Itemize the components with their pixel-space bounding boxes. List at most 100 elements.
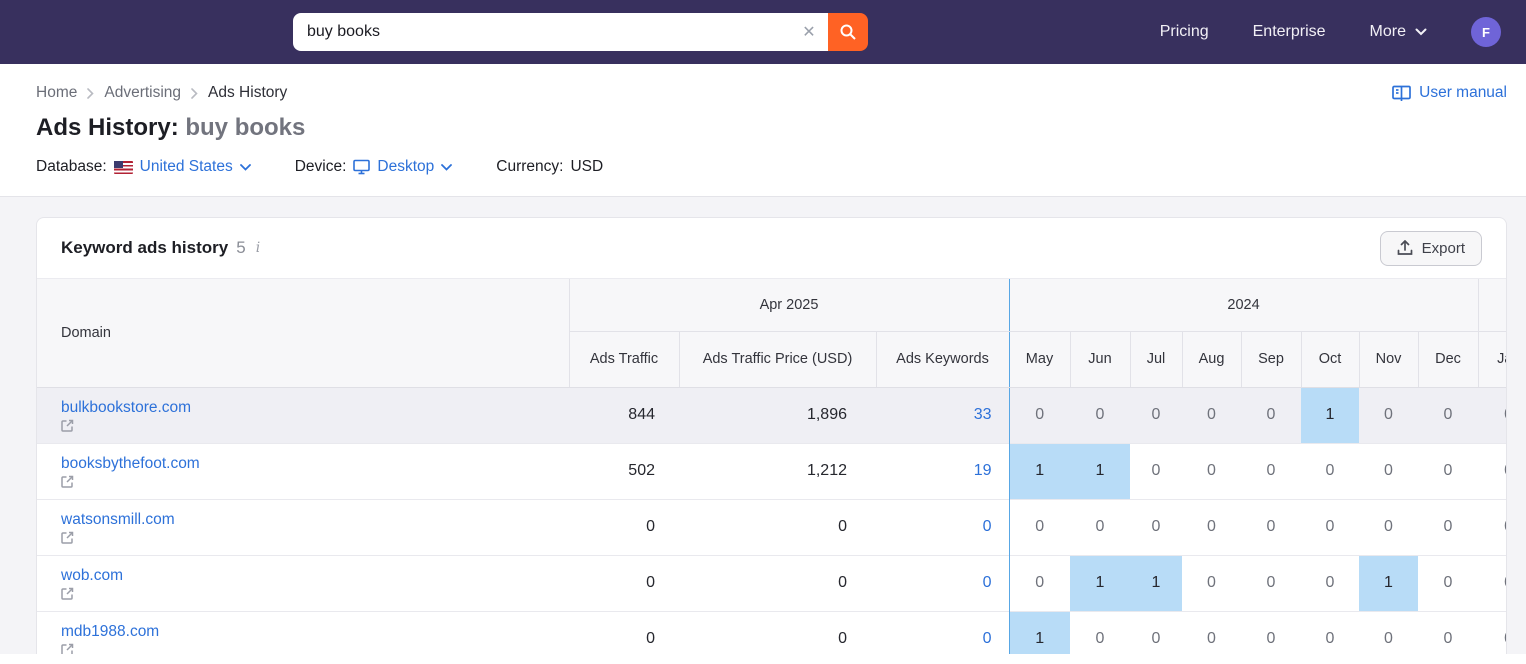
month-cell-aug: 0 (1182, 611, 1241, 654)
external-link-icon[interactable] (61, 643, 569, 655)
domain-link[interactable]: mdb1988.com (61, 623, 159, 640)
nav-pricing[interactable]: Pricing (1160, 23, 1209, 41)
month-cell-aug: 0 (1182, 387, 1241, 443)
breadcrumb-advertising[interactable]: Advertising (104, 84, 181, 102)
table-row[interactable]: bulkbookstore.com 844 1,896 33 0 0 0 0 0… (37, 387, 1507, 443)
month-cell-aug: 0 (1182, 443, 1241, 499)
breadcrumb: Home Advertising Ads History (36, 84, 287, 102)
domain-link[interactable]: wob.com (61, 567, 123, 584)
book-icon (1392, 85, 1411, 102)
database-label: Database: (36, 158, 107, 176)
nav-more[interactable]: More (1370, 23, 1427, 41)
card-title: Keyword ads history (61, 238, 228, 258)
ads-keywords-link[interactable]: 33 (974, 406, 992, 423)
table-row[interactable]: wob.com 0 0 0 0 1 1 0 0 0 1 0 0 (37, 555, 1507, 611)
ads-traffic-price-cell: 1,212 (679, 443, 876, 499)
month-cell-may: 0 (1009, 387, 1070, 443)
search-icon (839, 23, 857, 41)
month-cell-jul: 0 (1130, 387, 1182, 443)
breadcrumb-ads-history: Ads History (208, 84, 287, 102)
breadcrumb-home[interactable]: Home (36, 84, 77, 102)
month-cell-oct: 0 (1301, 611, 1359, 654)
ads-traffic-price-cell: 0 (679, 555, 876, 611)
month-cell-may[interactable]: 1 (1009, 611, 1070, 654)
month-cell-jun[interactable]: 1 (1070, 443, 1130, 499)
month-cell-may[interactable]: 1 (1009, 443, 1070, 499)
domain-link[interactable]: watsonsmill.com (61, 511, 175, 528)
column-header-may[interactable]: May (1009, 331, 1070, 387)
month-cell-oct[interactable]: 1 (1301, 387, 1359, 443)
column-header-ads-traffic-price[interactable]: Ads Traffic Price (USD) (679, 331, 876, 387)
table-row[interactable]: mdb1988.com 0 0 0 1 0 0 0 0 0 0 0 0 (37, 611, 1507, 654)
month-cell-jul: 0 (1130, 443, 1182, 499)
column-header-jun[interactable]: Jun (1070, 331, 1130, 387)
column-group-2024: 2024 (1009, 279, 1478, 331)
month-cell-sep: 0 (1241, 499, 1301, 555)
device-select[interactable]: Desktop (353, 158, 452, 176)
external-link-icon[interactable] (61, 475, 569, 488)
info-icon[interactable]: i (256, 240, 260, 256)
device-value: Desktop (377, 158, 434, 176)
chevron-right-icon (87, 88, 94, 99)
chevron-down-icon (441, 164, 452, 171)
device-label: Device: (295, 158, 347, 176)
month-cell-jul[interactable]: 1 (1130, 555, 1182, 611)
month-cell-jun[interactable]: 1 (1070, 555, 1130, 611)
table-row[interactable]: booksbythefoot.com 502 1,212 19 1 1 0 0 … (37, 443, 1507, 499)
column-header-sep[interactable]: Sep (1241, 331, 1301, 387)
external-link-icon[interactable] (61, 531, 569, 544)
ads-traffic-price-cell: 1,896 (679, 387, 876, 443)
user-manual-link[interactable]: User manual (1392, 84, 1507, 102)
search-button[interactable] (828, 13, 868, 51)
ads-keywords-link[interactable]: 0 (983, 630, 992, 647)
external-link-icon[interactable] (61, 419, 569, 432)
ads-keywords-link[interactable]: 0 (983, 518, 992, 535)
table-row[interactable]: watsonsmill.com 0 0 0 0 0 0 0 0 0 0 0 0 (37, 499, 1507, 555)
column-header-oct[interactable]: Oct (1301, 331, 1359, 387)
column-header-jul[interactable]: Jul (1130, 331, 1182, 387)
domain-link[interactable]: booksbythefoot.com (61, 455, 200, 472)
month-cell-nov: 0 (1359, 443, 1418, 499)
month-cell-dec: 0 (1418, 443, 1478, 499)
avatar[interactable]: F (1471, 17, 1501, 47)
month-cell-oct: 0 (1301, 443, 1359, 499)
month-cell-jan: 0 (1478, 443, 1507, 499)
ads-keywords-link[interactable]: 19 (974, 462, 992, 479)
user-manual-label: User manual (1419, 84, 1507, 102)
export-button[interactable]: Export (1380, 231, 1482, 266)
result-count: 5 (236, 238, 245, 258)
month-cell-aug: 0 (1182, 555, 1241, 611)
ads-keywords-link[interactable]: 0 (983, 574, 992, 591)
ads-history-table: Domain Apr 2025 2024 Ads Traffic Ads Tra… (37, 279, 1507, 654)
column-header-ads-keywords[interactable]: Ads Keywords (876, 331, 1009, 387)
nav-enterprise[interactable]: Enterprise (1253, 23, 1326, 41)
search-input[interactable] (293, 13, 790, 51)
domain-link[interactable]: bulkbookstore.com (61, 399, 191, 416)
desktop-icon (353, 159, 370, 175)
ads-traffic-cell: 502 (569, 443, 679, 499)
month-cell-dec: 0 (1418, 387, 1478, 443)
column-header-jan[interactable]: Jan (1478, 331, 1507, 387)
month-cell-may: 0 (1009, 499, 1070, 555)
keyword-search: ✕ (293, 13, 868, 51)
currency-filter: Currency: USD (496, 158, 603, 176)
ads-keywords-cell: 0 (876, 499, 1009, 555)
month-cell-jan: 0 (1478, 387, 1507, 443)
page-title-prefix: Ads History: (36, 114, 185, 141)
month-cell-jun: 0 (1070, 499, 1130, 555)
column-header-aug[interactable]: Aug (1182, 331, 1241, 387)
filters-bar: Database: United States Device: Desktop (36, 158, 1507, 176)
column-header-nov[interactable]: Nov (1359, 331, 1418, 387)
database-select[interactable]: United States (114, 158, 251, 176)
column-header-ads-traffic[interactable]: Ads Traffic (569, 331, 679, 387)
external-link-icon[interactable] (61, 587, 569, 600)
column-header-domain[interactable]: Domain (37, 279, 569, 387)
export-icon (1397, 240, 1413, 256)
month-cell-sep: 0 (1241, 443, 1301, 499)
month-cell-jun: 0 (1070, 611, 1130, 654)
month-cell-may: 0 (1009, 555, 1070, 611)
month-cell-dec: 0 (1418, 611, 1478, 654)
clear-search-icon[interactable]: ✕ (790, 13, 828, 51)
column-header-dec[interactable]: Dec (1418, 331, 1478, 387)
month-cell-nov[interactable]: 1 (1359, 555, 1418, 611)
